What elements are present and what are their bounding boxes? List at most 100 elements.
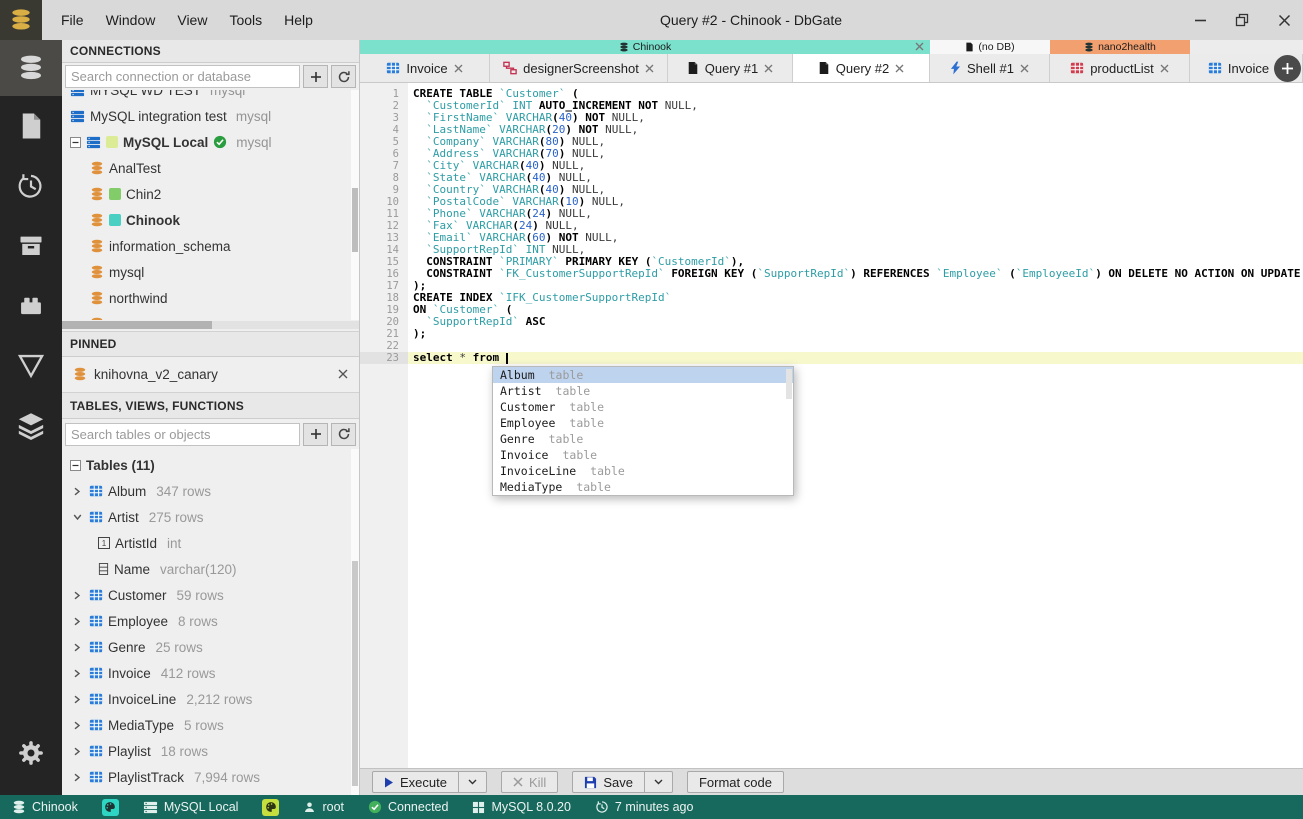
- menu-help[interactable]: Help: [273, 8, 324, 32]
- menu-file[interactable]: File: [50, 8, 95, 32]
- chevron-right-icon[interactable]: [70, 591, 84, 600]
- rail-filter-icon[interactable]: [0, 336, 62, 396]
- tab-shell-1[interactable]: Shell #1: [930, 54, 1050, 82]
- connection-item-information_schema[interactable]: information_schema: [62, 233, 359, 259]
- autocomplete-item-mediatype[interactable]: MediaType table: [493, 479, 793, 495]
- tab-close-icon[interactable]: [454, 64, 463, 73]
- table-row-invoiceline[interactable]: InvoiceLine 2,212 rows: [62, 686, 359, 712]
- tab-group-chinook[interactable]: Chinook: [360, 40, 930, 54]
- autocomplete-item-employee[interactable]: Employee table: [493, 415, 793, 431]
- menu-tools[interactable]: Tools: [218, 8, 273, 32]
- tab-query-2[interactable]: Query #2: [793, 54, 930, 82]
- chevron-right-icon[interactable]: [70, 643, 84, 652]
- chevron-right-icon[interactable]: [70, 721, 84, 730]
- tab-query-1[interactable]: Query #1: [668, 54, 793, 82]
- refresh-tables-button[interactable]: [331, 422, 356, 446]
- tab-invoice[interactable]: Invoice: [360, 54, 490, 82]
- connection-item-mysql-integration-test[interactable]: MySQL integration test mysql: [62, 103, 359, 129]
- autocomplete-popup[interactable]: Album table Artist table Customer table Employ…: [492, 366, 794, 496]
- menubar: File Window View Tools Help: [50, 8, 324, 32]
- close-window-button[interactable]: [1275, 11, 1293, 29]
- chevron-right-icon[interactable]: [70, 695, 84, 704]
- menu-window[interactable]: Window: [95, 8, 167, 32]
- tab-group--no-db-[interactable]: (no DB): [930, 40, 1050, 54]
- rail-plugins-icon[interactable]: [0, 276, 62, 336]
- kill-button[interactable]: Kill: [500, 771, 559, 793]
- rail-files-icon[interactable]: [0, 96, 62, 156]
- group-row-tables-11-[interactable]: Tables (11): [62, 452, 359, 478]
- table-row-artist[interactable]: Artist 275 rows: [62, 504, 359, 530]
- connections-search-input[interactable]: [65, 65, 300, 88]
- chevron-down-icon[interactable]: [70, 513, 84, 521]
- chevron-right-icon[interactable]: [70, 747, 84, 756]
- tab-productlist[interactable]: productList: [1050, 54, 1190, 82]
- table-row-playlisttrack[interactable]: PlaylistTrack 7,994 rows: [62, 764, 359, 790]
- table-label: Playlist: [108, 743, 151, 759]
- rail-history-icon[interactable]: [0, 156, 62, 216]
- execute-button[interactable]: Execute: [372, 771, 459, 793]
- tab-designerscreenshot[interactable]: designerScreenshot: [490, 54, 668, 82]
- chevron-right-icon[interactable]: [70, 669, 84, 678]
- connection-item-mysql-local[interactable]: MySQL Local mysql: [62, 129, 359, 155]
- connection-item-analtest[interactable]: AnalTest: [62, 155, 359, 181]
- table-row-invoice[interactable]: Invoice 412 rows: [62, 660, 359, 686]
- server-color-swatch[interactable]: [262, 798, 280, 816]
- chevron-right-icon[interactable]: [70, 487, 84, 496]
- autocomplete-item-album[interactable]: Album table: [493, 367, 793, 383]
- connection-item-mysql-wd-test[interactable]: MYSQL WD TEST mysql: [62, 90, 359, 103]
- autocomplete-item-customer[interactable]: Customer table: [493, 399, 793, 415]
- connection-item-chinook[interactable]: Chinook: [62, 207, 359, 233]
- autocomplete-item-invoice[interactable]: Invoice table: [493, 447, 793, 463]
- tab-close-icon[interactable]: [1020, 64, 1029, 73]
- tab-close-icon[interactable]: [1160, 64, 1169, 73]
- save-button[interactable]: Save: [572, 771, 645, 793]
- database-color-swatch[interactable]: [101, 798, 119, 816]
- tableRed-icon: [1070, 61, 1084, 75]
- connection-item[interactable]: [62, 311, 359, 320]
- save-dropdown-button[interactable]: [644, 771, 673, 793]
- rail-layers-icon[interactable]: [0, 396, 62, 456]
- table-row-employee[interactable]: Employee 8 rows: [62, 608, 359, 634]
- chevron-right-icon[interactable]: [70, 617, 84, 626]
- connection-item-chin2[interactable]: Chin2: [62, 181, 359, 207]
- rail-archive-icon[interactable]: [0, 216, 62, 276]
- connections-scrollbar[interactable]: [351, 90, 359, 320]
- table-row-genre[interactable]: Genre 25 rows: [62, 634, 359, 660]
- connection-item-northwind[interactable]: northwind: [62, 285, 359, 311]
- settings-gear-icon[interactable]: [0, 723, 62, 783]
- tab-group-close-icon[interactable]: [915, 42, 924, 51]
- pinned-item[interactable]: knihovna_v2_canary: [62, 357, 359, 391]
- collapse-expander-icon[interactable]: [70, 459, 81, 471]
- unpin-close-icon[interactable]: [338, 369, 348, 379]
- chevron-right-icon[interactable]: [70, 773, 84, 782]
- tab-group-nano2health[interactable]: nano2health: [1050, 40, 1190, 54]
- table-row-playlist[interactable]: Playlist 18 rows: [62, 738, 359, 764]
- menu-view[interactable]: View: [166, 8, 218, 32]
- autocomplete-item-genre[interactable]: Genre table: [493, 431, 793, 447]
- column-row-name[interactable]: Name varchar(120): [62, 556, 359, 582]
- table-row-customer[interactable]: Customer 59 rows: [62, 582, 359, 608]
- table-row-album[interactable]: Album 347 rows: [62, 478, 359, 504]
- add-connection-button[interactable]: [303, 65, 328, 88]
- format-code-button[interactable]: Format code: [686, 771, 784, 793]
- tab-close-icon[interactable]: [645, 64, 654, 73]
- autocomplete-item-artist[interactable]: Artist table: [493, 383, 793, 399]
- tab-close-icon[interactable]: [764, 64, 773, 73]
- collapse-expander-icon[interactable]: [70, 136, 81, 148]
- tab-close-icon[interactable]: [895, 64, 904, 73]
- execute-dropdown-button[interactable]: [458, 771, 487, 793]
- add-table-button[interactable]: [303, 422, 328, 446]
- connections-hscrollbar[interactable]: [62, 321, 359, 329]
- tables-search-input[interactable]: [65, 422, 300, 446]
- connection-item-mysql[interactable]: mysql: [62, 259, 359, 285]
- tables-scrollbar[interactable]: [351, 449, 359, 795]
- autocomplete-item-invoiceline[interactable]: InvoiceLine table: [493, 463, 793, 479]
- new-tab-button[interactable]: [1274, 55, 1301, 82]
- refresh-connections-button[interactable]: [331, 65, 356, 88]
- table-row-mediatype[interactable]: MediaType 5 rows: [62, 712, 359, 738]
- restore-button[interactable]: [1233, 11, 1251, 29]
- rail-database-icon[interactable]: [0, 40, 62, 96]
- column-row-artistid[interactable]: 1 ArtistId int: [62, 530, 359, 556]
- minimize-button[interactable]: [1191, 11, 1209, 29]
- autocomplete-scrollbar[interactable]: [786, 369, 792, 399]
